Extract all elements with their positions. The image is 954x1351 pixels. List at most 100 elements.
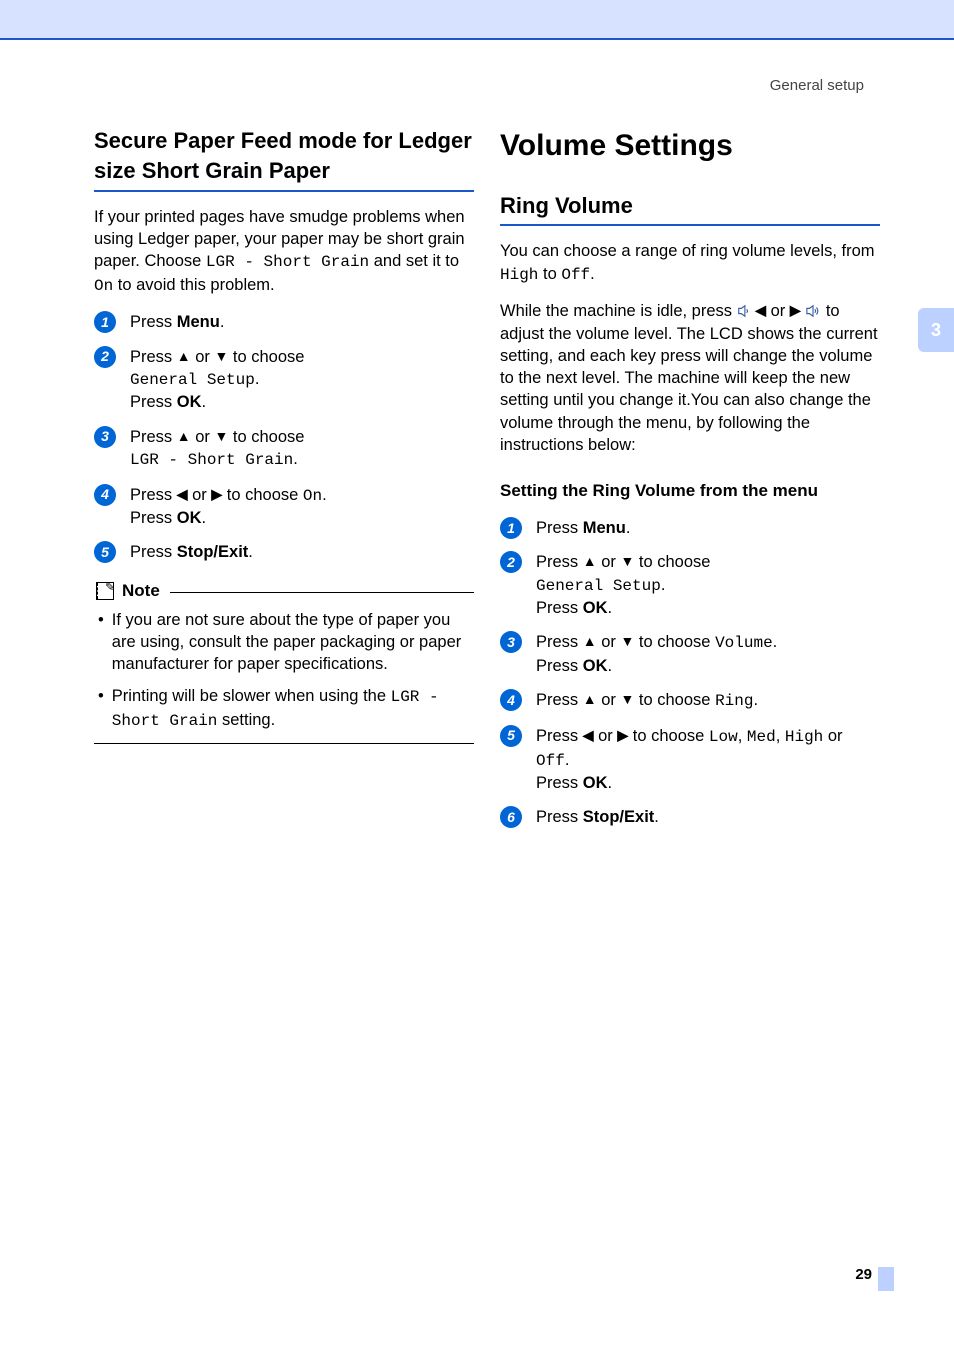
content: Secure Paper Feed mode for Ledger size S… xyxy=(0,96,954,840)
text: If you are not sure about the type of pa… xyxy=(112,609,474,676)
list-item: 4 Press ▲ or ▼ to choose Ring. xyxy=(500,689,880,713)
list-item: 3 Press ▲ or ▼ to choose Volume. Press O… xyxy=(500,631,880,677)
left-arrow-icon: ◀ xyxy=(755,303,766,317)
step-text: Press ▲ or ▼ to choose General Setup. Pr… xyxy=(536,551,880,619)
bold: Menu xyxy=(177,313,220,331)
step-text: Press Stop/Exit. xyxy=(536,806,880,828)
text: Press xyxy=(536,519,583,537)
text: . xyxy=(293,450,298,468)
text: . xyxy=(608,599,613,617)
step-text: Press Stop/Exit. xyxy=(130,541,474,563)
list-item: 2 Press ▲ or ▼ to choose General Setup. … xyxy=(94,346,474,414)
step-text: Press ▲ or ▼ to choose LGR - Short Grain… xyxy=(130,426,474,472)
step-text: Press ▲ or ▼ to choose Volume. Press OK. xyxy=(536,631,880,677)
text: Press xyxy=(130,486,177,504)
bold: Stop/Exit xyxy=(177,543,249,561)
text: Press xyxy=(536,691,583,709)
code: High xyxy=(785,728,823,746)
text: to choose xyxy=(634,553,710,571)
step-text: Press ▲ or ▼ to choose Ring. xyxy=(536,689,880,713)
down-arrow-icon: ▼ xyxy=(620,554,634,568)
text: . xyxy=(248,543,253,561)
list-item: • If you are not sure about the type of … xyxy=(98,609,474,676)
list-item: 5 Press Stop/Exit. xyxy=(94,541,474,563)
text: , xyxy=(738,727,747,745)
down-arrow-icon: ▼ xyxy=(214,429,228,443)
text: . xyxy=(753,691,758,709)
text: to choose xyxy=(634,633,715,651)
code: General Setup xyxy=(130,371,255,389)
corner-decoration xyxy=(878,1267,894,1291)
text: Press xyxy=(536,633,583,651)
left-steps: 1 Press Menu. 2 Press ▲ or ▼ to choose G… xyxy=(94,311,474,563)
text: . xyxy=(590,265,595,283)
code: Med xyxy=(747,728,776,746)
top-band xyxy=(0,0,954,40)
step-bullet-6: 6 xyxy=(500,806,522,828)
note-rule xyxy=(170,592,474,593)
text: Press xyxy=(536,774,583,792)
right-title: Volume Settings xyxy=(500,126,880,167)
code: LGR - Short Grain xyxy=(130,451,293,469)
step-bullet-3: 3 xyxy=(94,426,116,448)
text: Press xyxy=(536,657,583,675)
right-arrow-icon: ▶ xyxy=(211,487,222,501)
bold: OK xyxy=(583,774,608,792)
text: . xyxy=(565,751,570,769)
note-list: • If you are not sure about the type of … xyxy=(94,609,474,733)
text: or xyxy=(597,633,621,651)
down-arrow-icon: ▼ xyxy=(620,692,634,706)
text: Press xyxy=(130,543,177,561)
code: General Setup xyxy=(536,577,661,595)
text: Press xyxy=(130,393,177,411)
step-bullet-3: 3 xyxy=(500,631,522,653)
right-column: Volume Settings Ring Volume You can choo… xyxy=(500,120,880,840)
code: Off xyxy=(536,752,565,770)
text: Printing will be slower when using the xyxy=(112,687,391,705)
note-bottom-rule xyxy=(94,743,474,744)
step-bullet-1: 1 xyxy=(94,311,116,333)
text: or xyxy=(771,302,790,320)
text: You can choose a range of ring volume le… xyxy=(500,242,875,260)
text: or xyxy=(823,727,842,745)
list-item: 2 Press ▲ or ▼ to choose General Setup. … xyxy=(500,551,880,619)
text: While the machine is idle, press xyxy=(500,302,737,320)
text: setting. xyxy=(217,711,275,729)
text: to choose xyxy=(634,691,715,709)
step-bullet-5: 5 xyxy=(500,725,522,747)
step-bullet-4: 4 xyxy=(94,484,116,506)
code: Volume xyxy=(715,634,773,652)
text: to choose xyxy=(228,428,304,446)
list-item: • Printing will be slower when using the… xyxy=(98,685,474,732)
side-tab: 3 xyxy=(918,308,954,352)
bold: Menu xyxy=(583,519,626,537)
bullet-icon: • xyxy=(98,609,104,676)
step-bullet-2: 2 xyxy=(500,551,522,573)
up-arrow-icon: ▲ xyxy=(583,634,597,648)
right-p2: While the machine is idle, press ◀ or ▶ … xyxy=(500,300,880,456)
up-arrow-icon: ▲ xyxy=(583,554,597,568)
text: . xyxy=(202,509,207,527)
text: Press xyxy=(536,808,583,826)
header-category: General setup xyxy=(0,76,864,96)
text: . xyxy=(773,633,778,651)
left-column: Secure Paper Feed mode for Ledger size S… xyxy=(94,120,474,840)
left-intro: If your printed pages have smudge proble… xyxy=(94,206,474,298)
code: On xyxy=(303,487,322,505)
right-arrow-icon: ▶ xyxy=(617,728,628,742)
up-arrow-icon: ▲ xyxy=(583,692,597,706)
up-arrow-icon: ▲ xyxy=(177,349,191,363)
text: or xyxy=(188,486,212,504)
note-icon xyxy=(96,582,114,600)
text: . xyxy=(322,486,327,504)
text: to adjust the volume level. The LCD show… xyxy=(500,302,878,454)
text: . xyxy=(220,313,225,331)
list-item: 6 Press Stop/Exit. xyxy=(500,806,880,828)
text: . xyxy=(654,808,659,826)
text: , xyxy=(776,727,785,745)
text: Press xyxy=(130,509,177,527)
speaker-high-icon xyxy=(805,304,821,318)
step-bullet-5: 5 xyxy=(94,541,116,563)
code: LGR - Short Grain xyxy=(206,253,369,271)
code: High xyxy=(500,266,538,284)
